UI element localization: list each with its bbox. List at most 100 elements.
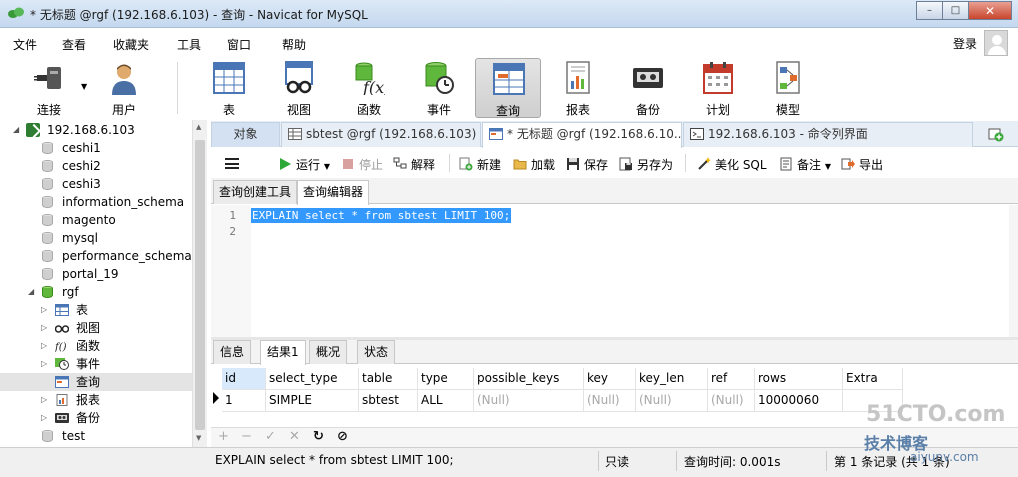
tab-profile[interactable]: 概况: [309, 340, 348, 364]
tab-query-editor[interactable]: 查询编辑器: [297, 180, 370, 205]
new-query-button[interactable]: 新建: [459, 156, 501, 173]
expand-icon[interactable]: ▷: [41, 301, 47, 319]
connect-button[interactable]: 连接: [16, 58, 82, 118]
grid-cell[interactable]: [843, 390, 903, 412]
scrollbar-thumb[interactable]: [195, 140, 205, 430]
report-button[interactable]: 报表: [545, 58, 611, 118]
maximize-button[interactable]: □: [942, 1, 969, 20]
expand-icon[interactable]: ▷: [41, 391, 47, 409]
tab-status[interactable]: 状态: [357, 340, 396, 364]
explain-button[interactable]: 解释: [393, 156, 435, 173]
event-button[interactable]: 事件: [406, 58, 472, 118]
sidebar-scrollbar[interactable]: ▲ ▼: [192, 120, 207, 447]
tree-db-ceshi1[interactable]: ceshi1: [0, 139, 192, 157]
scroll-up-icon[interactable]: ▲: [196, 123, 201, 131]
expand-icon[interactable]: ▷: [41, 337, 47, 355]
sql-editor[interactable]: 1 2 EXPLAIN select * from sbtest LIMIT 1…: [211, 205, 1009, 337]
grid-cell[interactable]: (Null): [708, 390, 755, 412]
menu-hamburger-icon[interactable]: [225, 158, 239, 169]
collapse-icon[interactable]: ◢: [28, 283, 34, 301]
grid-cell[interactable]: (Null): [636, 390, 708, 412]
tree-db-magento[interactable]: magento: [0, 211, 192, 229]
column-header[interactable]: key: [584, 368, 636, 390]
user-avatar-icon[interactable]: [984, 30, 1008, 56]
close-button[interactable]: ✕: [968, 1, 1012, 20]
tree-rgf-backups[interactable]: ▷ 备份: [0, 409, 192, 427]
column-header[interactable]: ref: [708, 368, 755, 390]
run-button[interactable]: 运行 ▼: [278, 156, 330, 173]
menu-favorites[interactable]: 收藏夹: [113, 36, 149, 53]
tree-rgf-events[interactable]: ▷ 事件: [0, 355, 192, 373]
column-header[interactable]: id: [222, 368, 266, 390]
save-as-button[interactable]: 另存为: [619, 156, 673, 173]
expand-icon[interactable]: ▷: [41, 409, 47, 427]
column-header[interactable]: table: [359, 368, 418, 390]
tree-db-portal-19[interactable]: portal_19: [0, 265, 192, 283]
tree-rgf-tables[interactable]: ▷ 表: [0, 301, 192, 319]
column-header[interactable]: key_len: [636, 368, 708, 390]
grid-cell[interactable]: ALL: [418, 390, 474, 412]
expand-icon[interactable]: ▷: [41, 319, 47, 337]
tree-db-test[interactable]: test: [0, 427, 192, 445]
stop-button[interactable]: 停止: [341, 156, 383, 173]
save-button[interactable]: 保存: [566, 156, 608, 173]
tab-info[interactable]: 信息: [213, 340, 252, 364]
login-link[interactable]: 登录: [953, 35, 977, 52]
column-header[interactable]: rows: [755, 368, 843, 390]
tree-db-ceshi2[interactable]: ceshi2: [0, 157, 192, 175]
expand-icon[interactable]: ▷: [41, 355, 47, 373]
tree-db-ceshi3[interactable]: ceshi3: [0, 175, 192, 193]
tree-db-performance-schema[interactable]: performance_schema: [0, 247, 192, 265]
tab-result1[interactable]: 结果1: [260, 340, 306, 365]
tree-rgf-reports[interactable]: ▷ 报表: [0, 391, 192, 409]
tree-rgf-views[interactable]: ▷ 视图: [0, 319, 192, 337]
table-button[interactable]: 表: [196, 58, 262, 118]
backup-button[interactable]: 备份: [615, 58, 681, 118]
tree-db-information-schema[interactable]: information_schema: [0, 193, 192, 211]
menu-view[interactable]: 查看: [62, 36, 86, 53]
column-header[interactable]: possible_keys: [474, 368, 584, 390]
tab-command-line[interactable]: 192.168.6.103 - 命令列界面: [683, 122, 973, 147]
discard-changes-icon[interactable]: ✕: [289, 429, 300, 444]
load-button[interactable]: 加载: [513, 156, 555, 173]
connect-dropdown-icon[interactable]: ▼: [81, 82, 87, 91]
new-tab-icon[interactable]: [988, 126, 1004, 142]
query-button[interactable]: 查询: [475, 58, 541, 118]
column-header[interactable]: select_type: [266, 368, 359, 390]
comment-button[interactable]: 备注 ▼: [779, 156, 831, 173]
grid-cell[interactable]: 10000060: [755, 390, 843, 412]
menu-file[interactable]: 文件: [13, 36, 37, 53]
stop-refresh-icon[interactable]: ⊘: [337, 429, 348, 444]
grid-cell[interactable]: (Null): [584, 390, 636, 412]
tab-objects[interactable]: 对象: [211, 122, 280, 147]
editor-scrollbar[interactable]: [1009, 205, 1018, 337]
grid-cell[interactable]: 1: [222, 390, 266, 412]
minimize-button[interactable]: –: [916, 1, 943, 20]
menu-window[interactable]: 窗口: [227, 36, 251, 53]
tab-untitled-query[interactable]: * 无标题 @rgf (192.168.6.10...: [482, 122, 682, 148]
column-header[interactable]: type: [418, 368, 474, 390]
menu-tools[interactable]: 工具: [177, 36, 201, 53]
tree-db-mysql[interactable]: mysql: [0, 229, 192, 247]
tree-rgf-queries[interactable]: 查询: [0, 373, 192, 391]
column-header[interactable]: Extra: [843, 368, 903, 390]
tree-db-rgf[interactable]: ◢ rgf: [0, 283, 192, 301]
tab-query-builder[interactable]: 查询创建工具: [213, 180, 298, 204]
tree-connection[interactable]: ◢ 192.168.6.103: [0, 121, 192, 139]
user-button[interactable]: 用户: [91, 58, 157, 118]
collapse-icon[interactable]: ◢: [13, 121, 19, 139]
refresh-icon[interactable]: ↻: [313, 429, 324, 444]
scroll-down-icon[interactable]: ▼: [196, 434, 201, 442]
add-record-icon[interactable]: +: [218, 429, 229, 444]
sql-code-selected[interactable]: EXPLAIN select * from sbtest LIMIT 100;: [251, 208, 512, 223]
function-button[interactable]: f(x) 函数: [336, 58, 402, 118]
grid-cell[interactable]: (Null): [474, 390, 584, 412]
tree-rgf-functions[interactable]: ▷ f() 函数: [0, 337, 192, 355]
tab-sbtest[interactable]: sbtest @rgf (192.168.6.103) ...: [281, 122, 481, 147]
apply-changes-icon[interactable]: ✓: [265, 429, 276, 444]
grid-cell[interactable]: sbtest: [359, 390, 418, 412]
view-button[interactable]: 视图: [266, 58, 332, 118]
menu-help[interactable]: 帮助: [282, 36, 306, 53]
model-button[interactable]: 模型: [755, 58, 821, 118]
export-button[interactable]: 导出: [841, 156, 883, 173]
